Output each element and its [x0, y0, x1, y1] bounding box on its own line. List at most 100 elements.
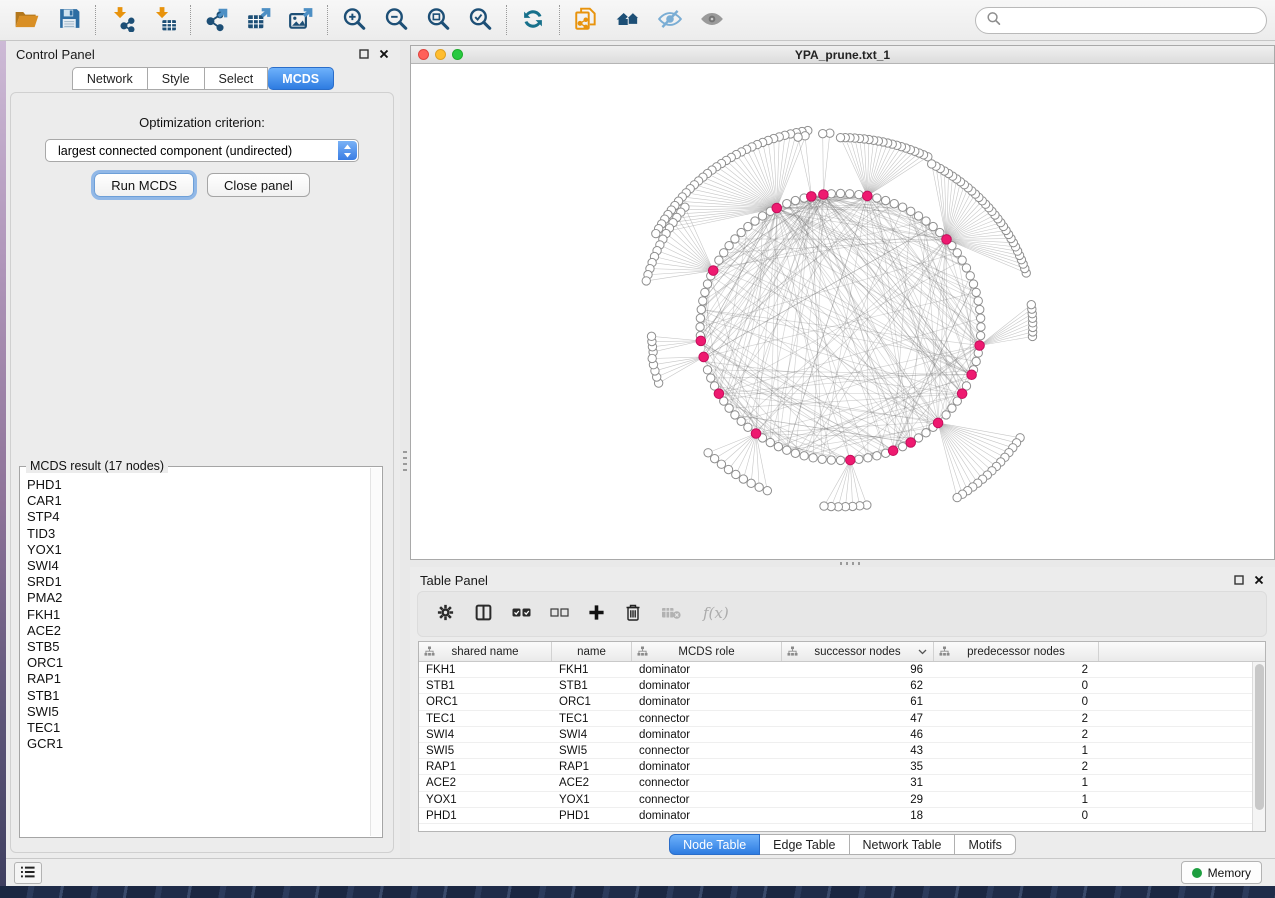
zoom-fit-icon — [425, 6, 451, 35]
tab-node-table[interactable]: Node Table — [669, 834, 760, 855]
table-row[interactable]: PHD1PHD1dominator180 — [419, 808, 1252, 824]
fx-icon: f(x) — [701, 603, 731, 626]
first-neighbors-button[interactable] — [607, 3, 649, 37]
mcds-result-item[interactable]: SRD1 — [27, 574, 369, 590]
delete-table-button[interactable] — [661, 605, 682, 624]
column-header-shared-name[interactable]: shared name — [419, 642, 552, 661]
toolbar-separator — [559, 5, 560, 35]
criterion-selected-value: largest connected component (undirected) — [58, 144, 292, 158]
columns-icon — [474, 603, 493, 625]
hide-selected-button[interactable] — [649, 3, 691, 37]
close-panel-icon[interactable] — [1252, 574, 1265, 587]
mcds-result-item[interactable]: STB5 — [27, 639, 369, 655]
column-header-name[interactable]: name — [552, 642, 632, 661]
memory-button[interactable]: Memory — [1181, 861, 1262, 884]
save-session-button[interactable] — [48, 3, 90, 37]
mcds-result-item[interactable]: ORC1 — [27, 655, 369, 671]
cell-shared-name: ACE2 — [419, 775, 552, 790]
network-window-title: YPA_prune.txt_1 — [411, 48, 1274, 62]
duplicate-network-button[interactable] — [565, 3, 607, 37]
result-scrollbar[interactable] — [370, 468, 381, 836]
column-header-mcds-role[interactable]: MCDS role — [632, 642, 782, 661]
search-input[interactable] — [1007, 13, 1256, 28]
table-row[interactable]: ACE2ACE2connector311 — [419, 775, 1252, 791]
show-all-button[interactable] — [691, 3, 733, 37]
mcds-result-item[interactable]: SWI5 — [27, 704, 369, 720]
table-scrollbar[interactable] — [1252, 662, 1265, 831]
float-panel-icon[interactable] — [1232, 574, 1245, 587]
tab-mcds[interactable]: MCDS — [268, 67, 334, 90]
mcds-result-item[interactable]: RAP1 — [27, 671, 369, 687]
memory-status-icon — [1192, 868, 1202, 878]
network-window-titlebar[interactable]: YPA_prune.txt_1 — [411, 46, 1274, 64]
select-stepper-icon — [338, 141, 357, 160]
cell-successor-nodes: 61 — [782, 694, 934, 709]
run-mcds-button[interactable]: Run MCDS — [94, 173, 194, 197]
splitter-grip-icon — [840, 562, 862, 565]
mcds-result-item[interactable]: YOX1 — [27, 542, 369, 558]
table-row[interactable]: ORC1ORC1dominator610 — [419, 694, 1252, 710]
create-column-button[interactable] — [588, 604, 605, 624]
close-panel-icon[interactable] — [377, 48, 390, 61]
delete-column-button[interactable] — [624, 603, 642, 625]
mcds-result-item[interactable]: STB1 — [27, 688, 369, 704]
import-table-button[interactable] — [143, 3, 185, 37]
export-table-button[interactable] — [238, 3, 280, 37]
tab-edge-table[interactable]: Edge Table — [760, 834, 849, 855]
table-row[interactable]: RAP1RAP1dominator352 — [419, 759, 1252, 775]
tab-network-table[interactable]: Network Table — [850, 834, 956, 855]
table-row[interactable]: TEC1TEC1connector472 — [419, 711, 1252, 727]
mcds-result-item[interactable]: FKH1 — [27, 607, 369, 623]
cell-predecessor-nodes: 2 — [934, 759, 1099, 774]
function-builder-button[interactable]: f(x) — [701, 603, 731, 626]
zoom-fit-button[interactable] — [417, 3, 459, 37]
mcds-result-item[interactable]: TID3 — [27, 526, 369, 542]
deselect-all-button[interactable] — [550, 606, 569, 622]
delete-table-icon — [661, 605, 682, 624]
column-header-successor-nodes[interactable]: successor nodes — [782, 642, 934, 661]
mcds-result-item[interactable]: TEC1 — [27, 720, 369, 736]
import-network-button[interactable] — [101, 3, 143, 37]
export-image-button[interactable] — [280, 3, 322, 37]
mcds-result-item[interactable]: ACE2 — [27, 623, 369, 639]
zoom-selected-button[interactable] — [459, 3, 501, 37]
table-settings-button[interactable] — [436, 603, 455, 625]
mcds-result-item[interactable]: PHD1 — [27, 477, 369, 493]
mcds-result-item[interactable]: SWI4 — [27, 558, 369, 574]
mcds-result-item[interactable]: CAR1 — [27, 493, 369, 509]
optimization-criterion-select[interactable]: largest connected component (undirected) — [45, 139, 359, 162]
network-canvas[interactable] — [411, 64, 1274, 559]
cell-successor-nodes: 18 — [782, 808, 934, 823]
zoom-in-button[interactable] — [333, 3, 375, 37]
tab-motifs[interactable]: Motifs — [955, 834, 1015, 855]
refresh-layout-button[interactable] — [512, 3, 554, 37]
table-row[interactable]: FKH1FKH1dominator962 — [419, 662, 1252, 678]
float-panel-icon[interactable] — [357, 48, 370, 61]
tab-network[interactable]: Network — [72, 67, 148, 90]
tab-select[interactable]: Select — [205, 67, 269, 90]
horizontal-splitter[interactable] — [410, 560, 1275, 567]
mcds-result-item[interactable]: PMA2 — [27, 590, 369, 606]
show-column-button[interactable] — [474, 603, 493, 625]
export-network-button[interactable] — [196, 3, 238, 37]
status-bar: Memory — [6, 858, 1275, 886]
tab-style[interactable]: Style — [148, 67, 205, 90]
mcds-result-box: MCDS result (17 nodes) PHD1CAR1STP4TID3Y… — [19, 466, 383, 838]
refresh-icon — [520, 6, 546, 35]
table-row[interactable]: YOX1YOX1connector291 — [419, 792, 1252, 808]
task-history-button[interactable] — [14, 862, 42, 884]
select-all-button[interactable] — [512, 606, 531, 622]
column-header-predecessor-nodes[interactable]: predecessor nodes — [934, 642, 1099, 661]
vertical-splitter[interactable] — [400, 41, 410, 858]
zoom-out-button[interactable] — [375, 3, 417, 37]
mcds-result-item[interactable]: STP4 — [27, 509, 369, 525]
open-file-button[interactable] — [6, 3, 48, 37]
table-header-row: shared namenameMCDS rolesuccessor nodesp… — [419, 642, 1265, 662]
scrollbar-thumb[interactable] — [1255, 664, 1264, 810]
table-row[interactable]: STB1STB1dominator620 — [419, 678, 1252, 694]
mcds-result-item[interactable]: GCR1 — [27, 736, 369, 752]
close-panel-button[interactable]: Close panel — [207, 173, 310, 197]
table-row[interactable]: SWI5SWI5connector431 — [419, 743, 1252, 759]
table-row[interactable]: SWI4SWI4dominator462 — [419, 727, 1252, 743]
duplicate-network-icon — [573, 6, 599, 35]
